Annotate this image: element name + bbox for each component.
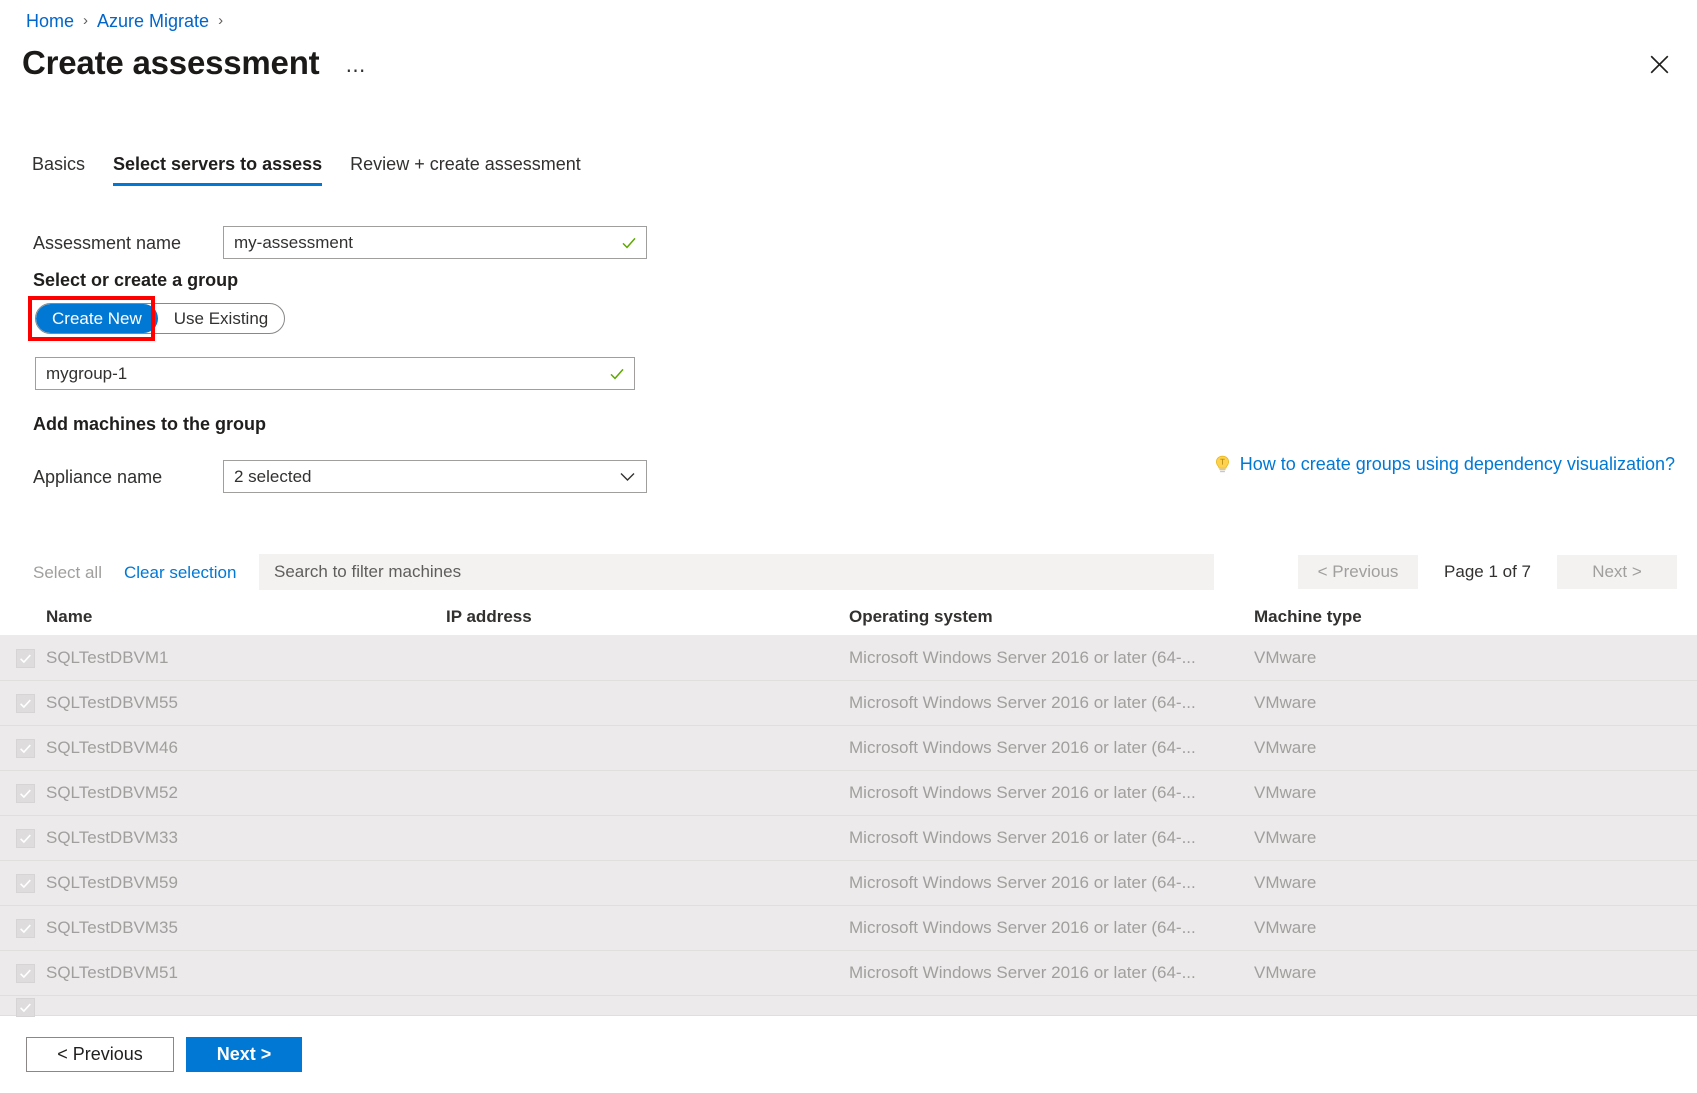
close-icon[interactable] <box>1643 48 1675 80</box>
cell-name: SQLTestDBVM55 <box>46 693 446 713</box>
use-existing-button[interactable]: Use Existing <box>158 304 284 333</box>
group-name-input[interactable]: mygroup-1 <box>35 357 635 390</box>
row-checkbox[interactable] <box>16 919 35 938</box>
page-header: Create assessment ⋯ <box>22 42 367 84</box>
pagination-next-button[interactable]: Next > <box>1557 555 1677 589</box>
cell-machine-type: VMware <box>1254 963 1554 983</box>
appliance-name-label: Appliance name <box>33 465 223 489</box>
appliance-name-dropdown[interactable]: 2 selected <box>223 460 647 493</box>
machines-table: Name IP address Operating system Machine… <box>0 598 1697 1016</box>
row-checkbox[interactable] <box>16 998 35 1017</box>
cell-name: SQLTestDBVM1 <box>46 648 446 668</box>
cell-machine-type: VMware <box>1254 738 1554 758</box>
lightbulb-icon <box>1214 455 1231 474</box>
cell-name: SQLTestDBVM59 <box>46 873 446 893</box>
row-checkbox[interactable] <box>16 649 35 668</box>
breadcrumb: Home › Azure Migrate › <box>26 9 232 33</box>
cell-machine-type: VMware <box>1254 873 1554 893</box>
assessment-name-value: my-assessment <box>234 232 353 254</box>
table-row[interactable]: SQLTestDBVM33 Microsoft Windows Server 20… <box>0 816 1697 861</box>
cell-operating-system: Microsoft Windows Server 2016 or later (… <box>849 648 1254 668</box>
breadcrumb-separator-icon: › <box>218 9 223 33</box>
row-checkbox[interactable] <box>16 739 35 758</box>
row-checkbox[interactable] <box>16 784 35 803</box>
tab-bar: Basics Select servers to assess Review +… <box>28 152 595 186</box>
page-title: Create assessment <box>22 42 319 84</box>
table-body: SQLTestDBVM1 Microsoft Windows Server 201… <box>0 636 1697 1016</box>
table-row[interactable]: SQLTestDBVM46 Microsoft Windows Server 20… <box>0 726 1697 771</box>
column-header-ip-address: IP address <box>446 607 849 627</box>
cell-machine-type: VMware <box>1254 783 1554 803</box>
assessment-name-label: Assessment name <box>33 231 223 255</box>
cell-machine-type: VMware <box>1254 828 1554 848</box>
table-row[interactable]: SQLTestDBVM35 Microsoft Windows Server 20… <box>0 906 1697 951</box>
cell-operating-system: Microsoft Windows Server 2016 or later (… <box>849 738 1254 758</box>
tab-select-servers-to-assess[interactable]: Select servers to assess <box>99 152 336 186</box>
cell-name: SQLTestDBVM33 <box>46 828 446 848</box>
assessment-name-input[interactable]: my-assessment <box>223 226 647 259</box>
cell-operating-system: Microsoft Windows Server 2016 or later (… <box>849 783 1254 803</box>
next-button[interactable]: Next > <box>186 1037 302 1072</box>
search-input[interactable] <box>272 561 1214 583</box>
appliance-name-value: 2 selected <box>234 467 312 487</box>
table-row[interactable]: SQLTestDBVM59 Microsoft Windows Server 20… <box>0 861 1697 906</box>
pagination-previous-button[interactable]: < Previous <box>1298 555 1418 589</box>
row-checkbox[interactable] <box>16 694 35 713</box>
group-section-heading: Select or create a group <box>33 268 238 292</box>
pagination-controls: < Previous Page 1 of 7 Next > <box>1298 555 1677 589</box>
column-header-operating-system: Operating system <box>849 607 1254 627</box>
cell-name: SQLTestDBVM52 <box>46 783 446 803</box>
cell-name: SQLTestDBVM35 <box>46 918 446 938</box>
cell-operating-system: Microsoft Windows Server 2016 or later (… <box>849 693 1254 713</box>
table-header-row: Name IP address Operating system Machine… <box>0 598 1697 636</box>
breadcrumb-item-azure-migrate[interactable]: Azure Migrate <box>97 9 209 33</box>
row-checkbox[interactable] <box>16 829 35 848</box>
wizard-footer: < Previous Next > <box>0 1021 1697 1093</box>
cell-machine-type: VMware <box>1254 918 1554 938</box>
help-link-label: How to create groups using dependency vi… <box>1240 452 1675 476</box>
cell-operating-system: Microsoft Windows Server 2016 or later (… <box>849 873 1254 893</box>
breadcrumb-separator-icon: › <box>83 9 88 33</box>
more-options-icon[interactable]: ⋯ <box>345 65 367 77</box>
create-new-button[interactable]: Create New <box>36 304 158 333</box>
table-row[interactable]: SQLTestDBVM1 Microsoft Windows Server 201… <box>0 636 1697 681</box>
cell-operating-system: Microsoft Windows Server 2016 or later (… <box>849 963 1254 983</box>
cell-machine-type: VMware <box>1254 648 1554 668</box>
cell-machine-type: VMware <box>1254 693 1554 713</box>
appliance-name-field-row: Appliance name 2 selected <box>33 460 647 493</box>
previous-button[interactable]: < Previous <box>26 1037 174 1072</box>
row-checkbox[interactable] <box>16 964 35 983</box>
table-row[interactable]: SQLTestDBVM51 Microsoft Windows Server 20… <box>0 951 1697 996</box>
breadcrumb-item-home[interactable]: Home <box>26 9 74 33</box>
cell-operating-system: Microsoft Windows Server 2016 or later (… <box>849 918 1254 938</box>
pagination-page-label: Page 1 of 7 <box>1418 562 1557 582</box>
cell-name: SQLTestDBVM51 <box>46 963 446 983</box>
column-header-name: Name <box>46 607 446 627</box>
assessment-name-field-row: Assessment name my-assessment <box>33 226 647 259</box>
dependency-visualization-help-link[interactable]: How to create groups using dependency vi… <box>1214 452 1675 476</box>
group-name-value: mygroup-1 <box>46 363 127 385</box>
row-checkbox[interactable] <box>16 874 35 893</box>
tab-basics[interactable]: Basics <box>28 152 99 186</box>
column-header-machine-type: Machine type <box>1254 607 1554 627</box>
valid-check-icon <box>621 235 637 251</box>
valid-check-icon <box>609 366 625 382</box>
group-mode-toggle: Create New Use Existing <box>35 303 285 334</box>
add-machines-heading: Add machines to the group <box>33 412 266 436</box>
select-all-button[interactable]: Select all <box>33 562 102 584</box>
cell-name: SQLTestDBVM46 <box>46 738 446 758</box>
table-row[interactable]: SQLTestDBVM52 Microsoft Windows Server 20… <box>0 771 1697 816</box>
clear-selection-button[interactable]: Clear selection <box>124 562 236 584</box>
chevron-down-icon <box>619 468 636 485</box>
search-machines-box[interactable] <box>259 554 1214 590</box>
table-row-partial[interactable] <box>0 996 1697 1016</box>
table-row[interactable]: SQLTestDBVM55 Microsoft Windows Server 20… <box>0 681 1697 726</box>
machines-toolbar: Select all Clear selection < Previous Pa… <box>0 554 1697 592</box>
tab-review-create-assessment[interactable]: Review + create assessment <box>336 152 595 186</box>
cell-operating-system: Microsoft Windows Server 2016 or later (… <box>849 828 1254 848</box>
